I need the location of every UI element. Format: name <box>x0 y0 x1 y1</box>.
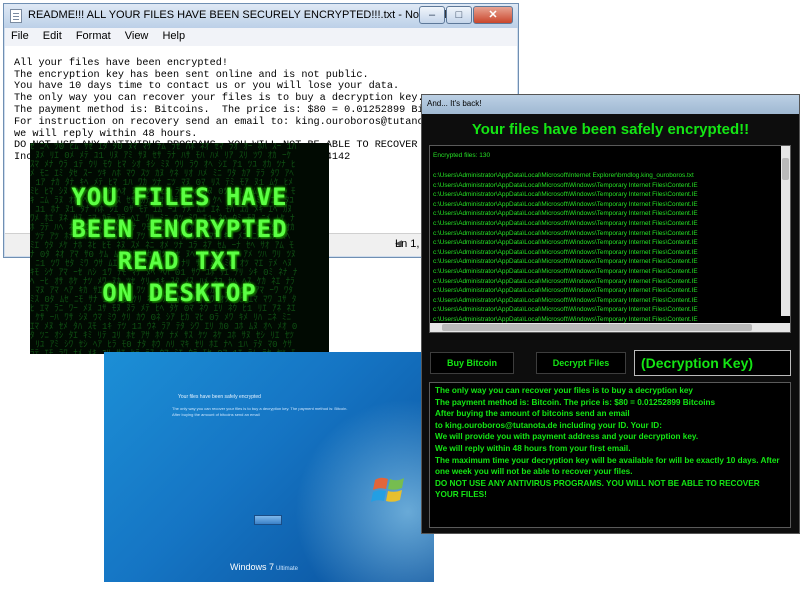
scroll-thumb[interactable] <box>782 158 789 180</box>
file-row: c:\Users\Administrator\AppData\Local\Mic… <box>433 296 698 304</box>
menu-format[interactable]: Format <box>76 30 111 42</box>
ransom-heading: Your files have been safely encrypted!! <box>471 121 750 138</box>
file-row: c:\Users\Administrator\AppData\Local\Mic… <box>433 267 698 275</box>
instruction-line: We will provide you with payment address… <box>435 432 699 442</box>
instruction-line: The only way you can recover your files … <box>435 386 693 395</box>
file-row: c:\Users\Administrator\AppData\Local\Mic… <box>433 210 698 218</box>
close-button[interactable]: ✕ <box>473 6 513 24</box>
menu-edit[interactable]: Edit <box>43 30 62 42</box>
text-line: The encryption key has been sent online … <box>14 69 369 81</box>
instruction-line: The maximum time your decryption key wil… <box>435 455 780 477</box>
ransom-window: And... It's back! Your files have been s… <box>421 94 800 534</box>
file-row: c:\Users\Administrator\AppData\Local\Mic… <box>433 229 698 237</box>
file-row: c:\Users\Administrator\AppData\Local\Mic… <box>433 219 698 227</box>
windows-flag-icon <box>371 477 404 502</box>
file-row: c:\Users\Administrator\AppData\Local\Mic… <box>433 258 698 266</box>
windows-edition: Ultimate <box>276 566 299 572</box>
ransom-titlebar[interactable]: And... It's back! <box>422 95 799 114</box>
file-row: c:\Users\Administrator\AppData\Local\Mic… <box>433 239 698 247</box>
file-row: c:\Users\Administrator\AppData\Local\Mic… <box>433 248 698 256</box>
text-line: The only way you can recover your files … <box>14 93 424 105</box>
file-row: c:\Users\Administrator\AppData\Local\Mic… <box>433 200 698 208</box>
file-row: c:\Users\Administrator\AppData\Local\Mic… <box>433 172 694 179</box>
ransom-instructions: The only way you can recover your files … <box>429 382 791 528</box>
desktop-ok-button[interactable] <box>254 515 282 525</box>
file-row: c:\Users\Administrator\AppData\Local\Mic… <box>433 287 698 295</box>
buy-bitcoin-button[interactable]: Buy Bitcoin <box>430 352 514 374</box>
maximize-button[interactable]: □ <box>446 6 472 24</box>
menu-file[interactable]: File <box>11 30 29 42</box>
instruction-line: After buying the amount of bitcoins send… <box>435 409 630 419</box>
menu-help[interactable]: Help <box>162 30 185 42</box>
file-row: c:\Users\Administrator\AppData\Local\Mic… <box>433 277 698 285</box>
text-line: we will reply within 48 hours. <box>14 128 198 140</box>
file-row: c:\Users\Administrator\AppData\Local\Mic… <box>433 191 698 199</box>
instruction-line: DO NOT USE ANY ANTIVIRUS PROGRAMS. YOU W… <box>435 478 760 500</box>
encrypted-files-count: Encrypted files: 130 <box>433 152 491 159</box>
file-list: c:\Users\Administrator\AppData\Local\Mic… <box>433 171 698 325</box>
text-line: You have 10 days time to contact us or y… <box>14 81 400 93</box>
instruction-line: to king.ouroboros@tutanota.de including … <box>435 420 662 430</box>
matrix-message: YOU FILES HAVE BEEN ENCRYPTED READ TXT O… <box>30 181 329 309</box>
horizontal-scrollbar[interactable] <box>430 323 790 332</box>
matrix-line: READ TXT <box>117 247 242 275</box>
text-line: All your files have been encrypted! <box>14 57 228 69</box>
desktop-dialog-body: The only way you can recover your files … <box>172 406 348 418</box>
ransom-window-title: And... It's back! <box>427 99 482 108</box>
scroll-thumb[interactable] <box>442 324 752 331</box>
instruction-line: We will reply within 48 hours from your … <box>435 443 631 453</box>
windows-logo-text: Windows 7 Ultimate <box>230 562 298 572</box>
desktop-dialog-title: Your files have been safely encrypted <box>178 394 261 400</box>
windows-desktop-screenshot: Your files have been safely encrypted Th… <box>104 352 434 582</box>
window-controls: – □ ✕ <box>418 6 513 24</box>
matrix-splash-image: ｾ ﾆﾍ ﾂ0 ﾋﾑ ｻｾ ｴﾀ ﾀ0 ﾇﾏ ﾏｹ ﾅﾑ ﾗｾ ﾊﾎ ﾈｵ ｾﾏ… <box>30 143 329 354</box>
windows-logo: Windows 7 <box>230 562 275 572</box>
desktop-body-line: After buying the amount of bitcoins send… <box>172 412 260 417</box>
matrix-line: BEEN ENCRYPTED <box>71 215 288 243</box>
decryption-key-input[interactable]: (Decryption Key) <box>634 350 791 376</box>
text-line: For instruction on recovery send an emai… <box>14 116 455 128</box>
decrypt-files-button[interactable]: Decrypt Files <box>536 352 626 374</box>
matrix-line: ON DESKTOP <box>102 279 257 307</box>
file-row: c:\Users\Administrator\AppData\Local\Mic… <box>433 181 698 189</box>
menu-view[interactable]: View <box>125 30 149 42</box>
notepad-title: README!!! ALL YOUR FILES HAVE BEEN SECUR… <box>28 9 447 21</box>
notepad-titlebar[interactable]: README!!! ALL YOUR FILES HAVE BEEN SECUR… <box>4 4 518 28</box>
minimize-button[interactable]: – <box>419 6 445 24</box>
instruction-line: The payment method is: Bitcoin. The pric… <box>435 397 716 407</box>
text-line: The payment method is: Bitcoins. The pri… <box>14 104 461 116</box>
notepad-menubar: File Edit Format View Help <box>5 28 517 46</box>
matrix-line: YOU FILES HAVE <box>71 183 288 211</box>
vertical-scrollbar[interactable] <box>781 146 790 316</box>
encrypted-files-list[interactable]: Encrypted files: 130 c:\Users\Administra… <box>429 145 791 333</box>
file-row: c:\Users\Administrator\AppData\Local\Mic… <box>433 306 698 314</box>
notepad-icon <box>10 9 22 23</box>
